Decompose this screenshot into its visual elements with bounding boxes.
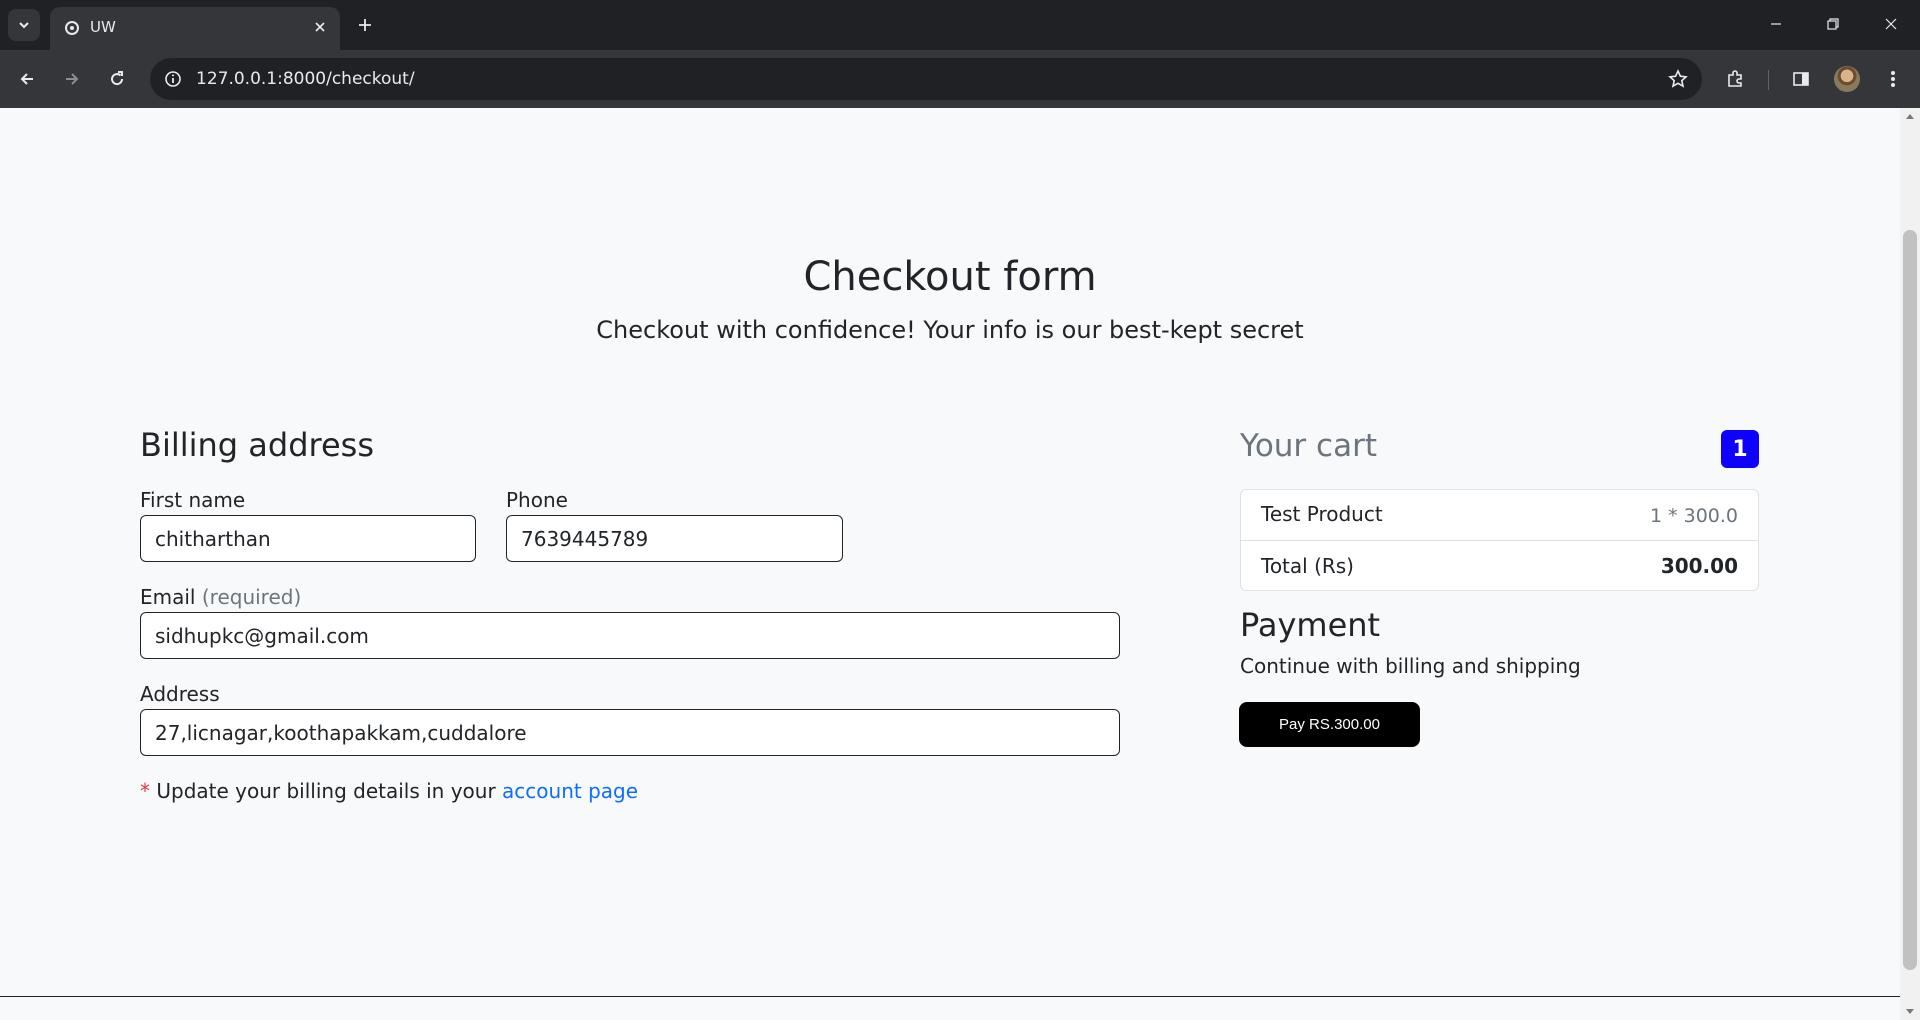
browser-tab[interactable]: UW — [50, 7, 340, 50]
email-field[interactable] — [140, 612, 1120, 659]
payment-heading: Payment — [1240, 606, 1381, 644]
cart-item-name: Test Product — [1261, 502, 1383, 526]
scrollbar[interactable] — [1900, 108, 1920, 1020]
billing-heading: Billing address — [140, 426, 374, 464]
minimize-icon[interactable] — [1764, 12, 1788, 36]
cart-total-row: Total (Rs) 300.00 — [1241, 541, 1758, 592]
email-label-text: Email — [140, 585, 196, 609]
browser-toolbar: 127.0.0.1:8000/checkout/ — [0, 50, 1920, 108]
cart-item-row: Test Product 1 * 300.0 — [1241, 490, 1758, 541]
cart-heading: Your cart — [1240, 428, 1377, 464]
favicon-icon — [64, 20, 80, 36]
footer-divider — [0, 996, 1900, 997]
billing-note-text: Update your billing details in your — [156, 779, 496, 803]
cart-total-value: 300.00 — [1660, 554, 1738, 578]
address-bar[interactable]: 127.0.0.1:8000/checkout/ — [150, 58, 1702, 100]
toolbar-divider — [1768, 70, 1769, 90]
cart-list: Test Product 1 * 300.0 Total (Rs) 300.00 — [1240, 489, 1759, 591]
reload-icon[interactable] — [103, 65, 131, 93]
billing-note: * Update your billing details in your ac… — [140, 779, 638, 803]
address-label: Address — [140, 682, 220, 706]
first-name-label: First name — [140, 488, 246, 512]
plus-icon[interactable] — [352, 12, 378, 38]
cart-count-badge: 1 — [1721, 430, 1759, 468]
tab-search-icon[interactable] — [8, 9, 40, 41]
phone-label: Phone — [506, 488, 568, 512]
close-icon[interactable] — [310, 17, 330, 37]
pay-button[interactable]: Pay RS.300.00 — [1239, 702, 1420, 747]
page-title: Checkout form — [803, 254, 1097, 300]
phone-field[interactable] — [506, 515, 843, 562]
url-text[interactable]: 127.0.0.1:8000/checkout/ — [196, 69, 415, 89]
tab-title: UW — [90, 18, 116, 36]
close-window-icon[interactable] — [1879, 12, 1903, 36]
scroll-down-icon[interactable] — [1906, 1009, 1914, 1014]
side-panel-icon[interactable] — [1787, 65, 1815, 93]
more-menu-icon[interactable] — [1879, 65, 1907, 93]
email-label: Email (required) — [140, 585, 301, 609]
required-star: * — [140, 779, 150, 803]
first-name-field[interactable] — [140, 515, 476, 562]
browser-tab-bar: UW — [0, 0, 1920, 50]
cart-total-label: Total (Rs) — [1261, 554, 1354, 578]
restore-icon[interactable] — [1821, 12, 1845, 36]
payment-subtitle: Continue with billing and shipping — [1240, 654, 1581, 678]
cart-item-qty-price: 1 * 300.0 — [1649, 505, 1738, 527]
info-icon[interactable] — [162, 68, 184, 90]
address-field[interactable] — [140, 709, 1120, 756]
email-required-hint: (required) — [201, 585, 302, 609]
scroll-up-icon[interactable] — [1906, 114, 1914, 119]
back-icon[interactable] — [13, 65, 41, 93]
profile-avatar[interactable] — [1834, 66, 1860, 92]
extensions-icon[interactable] — [1721, 65, 1749, 93]
scroll-thumb[interactable] — [1903, 230, 1917, 970]
star-icon[interactable] — [1666, 67, 1690, 91]
page-subtitle: Checkout with confidence! Your info is o… — [596, 316, 1304, 344]
account-page-link[interactable]: account page — [502, 779, 638, 803]
forward-icon[interactable] — [58, 65, 86, 93]
